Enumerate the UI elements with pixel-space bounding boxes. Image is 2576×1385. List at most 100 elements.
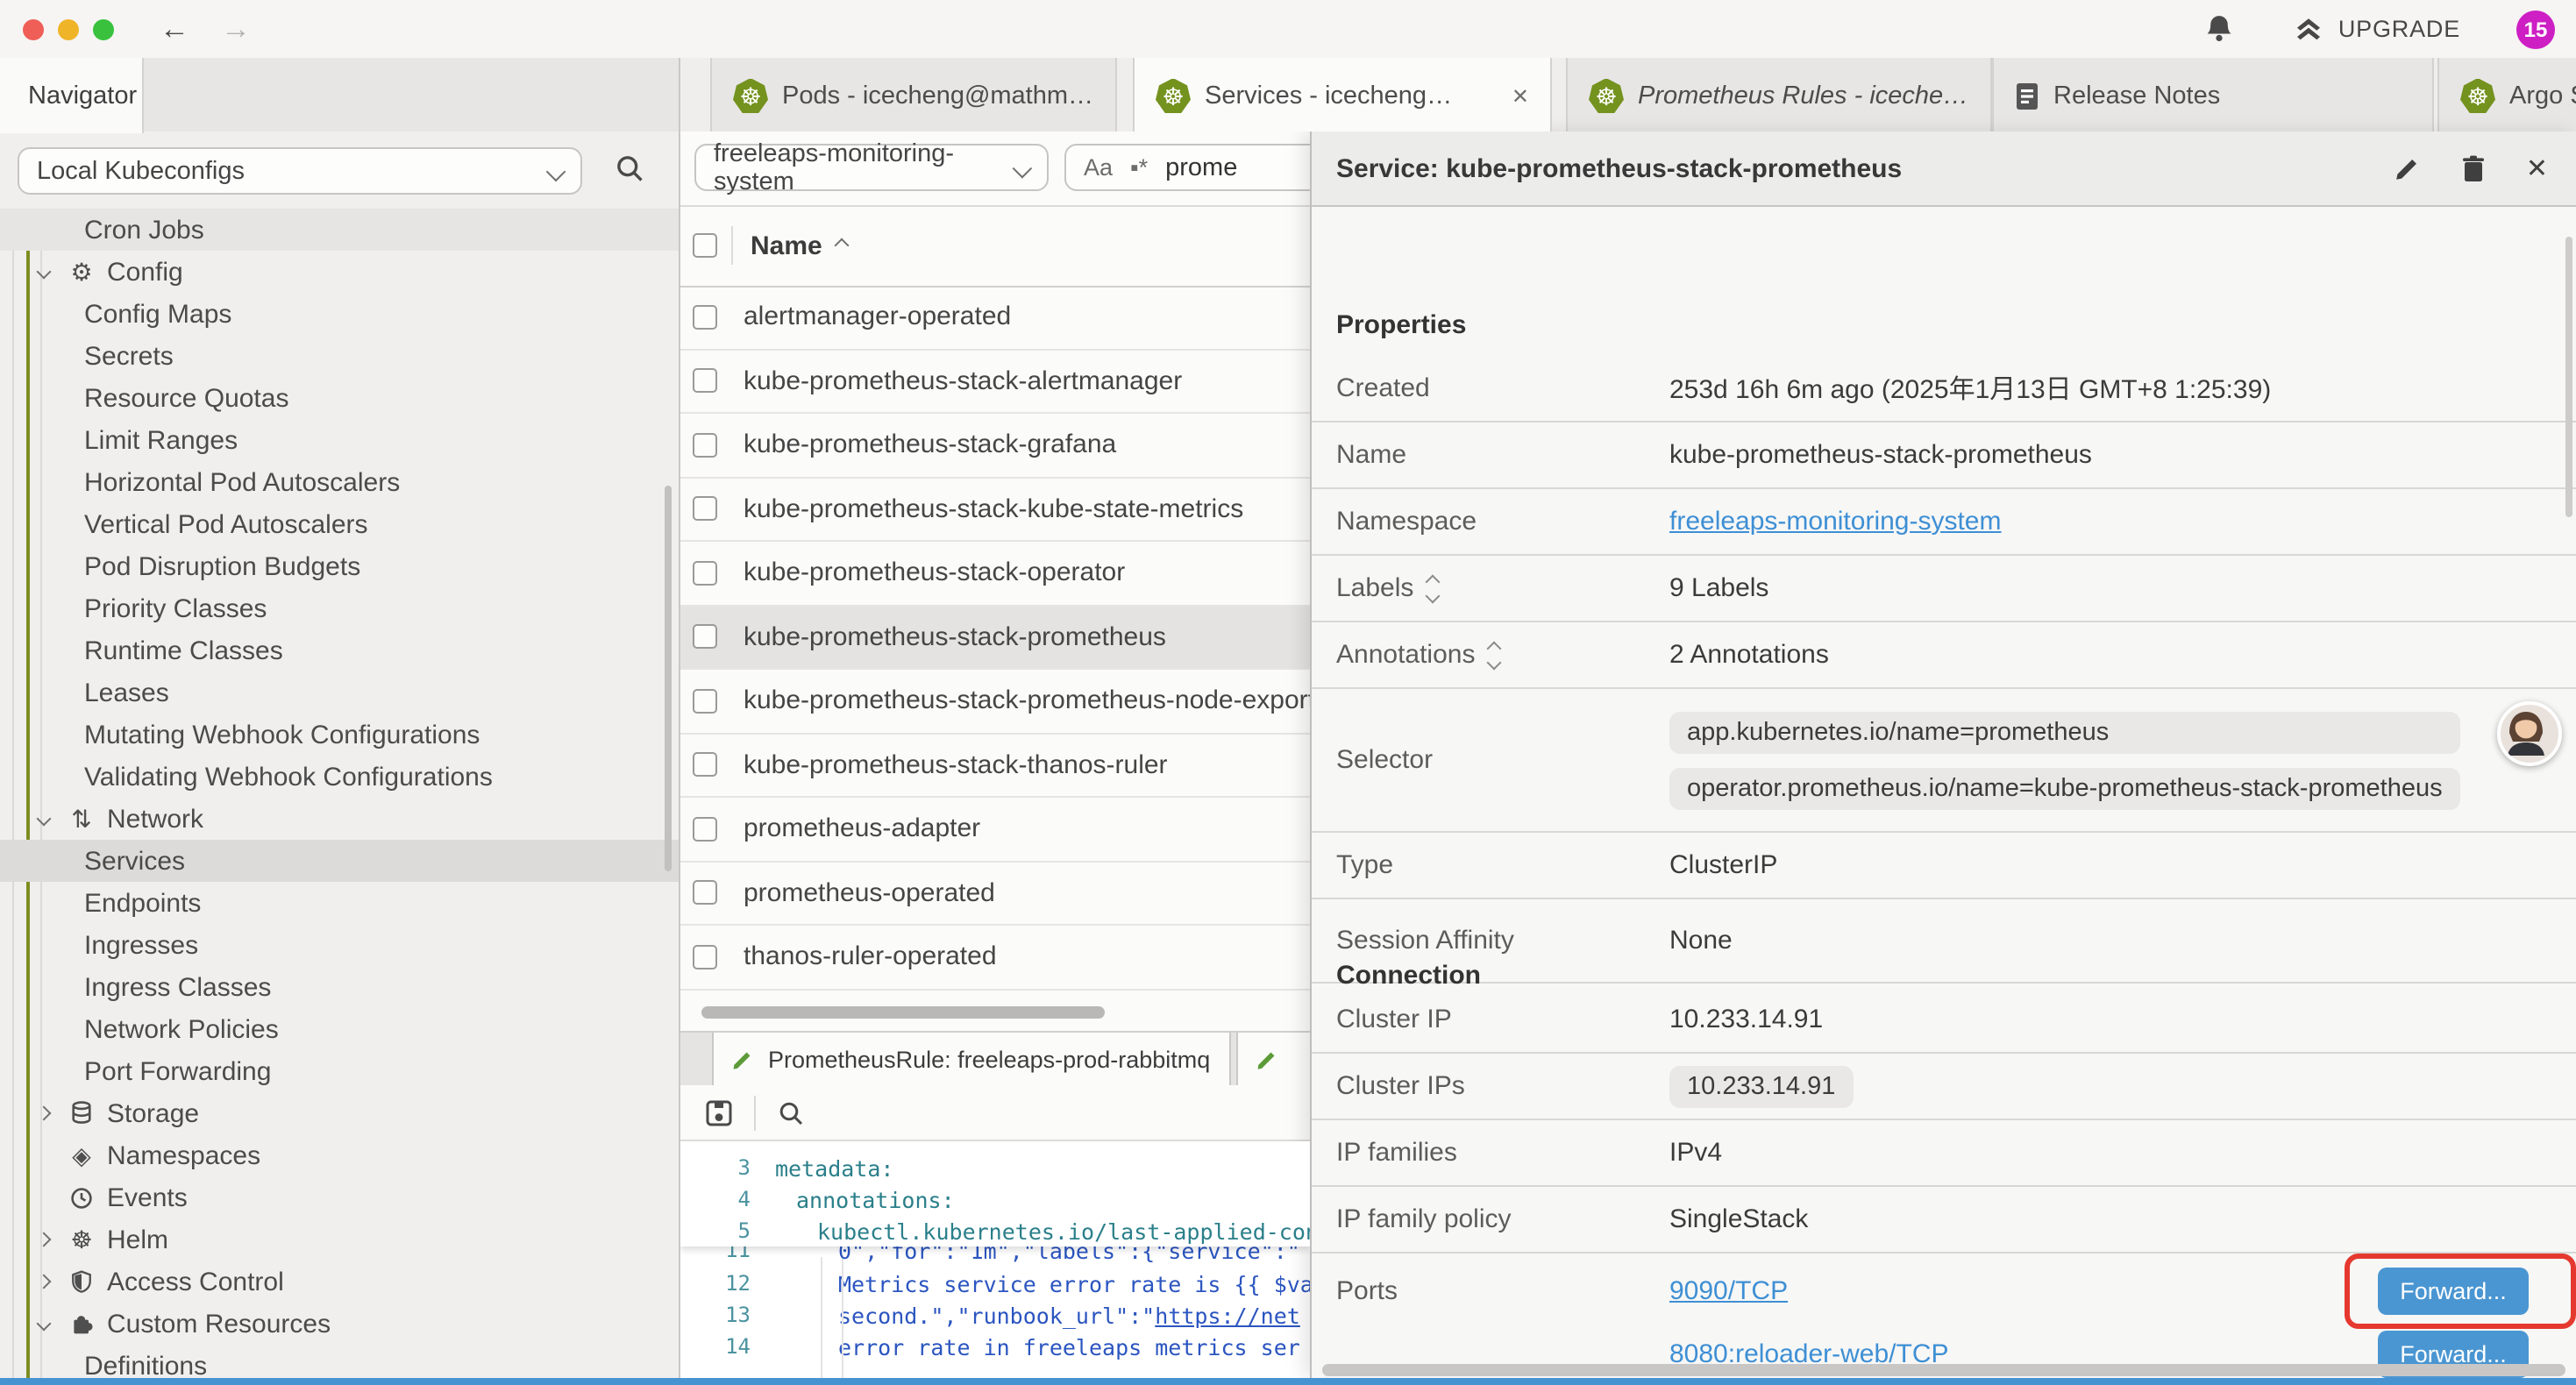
sidebar-item-pod-disruption-budgets[interactable]: Pod Disruption Budgets	[0, 545, 679, 587]
sidebar-item-services[interactable]: Services	[0, 840, 679, 882]
row-checkbox[interactable]	[693, 369, 717, 394]
sidebar-item-network-policies[interactable]: Network Policies	[0, 1008, 679, 1050]
sidebar-scrollbar[interactable]	[665, 486, 672, 871]
chevron-right-icon[interactable]	[39, 1276, 60, 1287]
close-icon[interactable]: ✕	[1512, 83, 1529, 108]
sort-arrows-icon[interactable]	[1489, 643, 1499, 667]
table-row-kube-prometheus-stack-thanos-ruler[interactable]: kube-prometheus-stack-thanos-ruler	[680, 734, 1310, 798]
sidebar-search-icon[interactable]	[614, 153, 645, 184]
row-checkbox[interactable]	[693, 561, 717, 586]
tab-pods-icecheng-mathmas[interactable]: ☸Pods - icecheng@mathmas...	[710, 58, 1117, 131]
tab-release-notes[interactable]: Release Notes	[1992, 58, 2434, 131]
kubeconfig-select[interactable]: Local Kubeconfigs	[18, 147, 582, 195]
sidebar-item-leases[interactable]: Leases	[0, 671, 679, 714]
row-checkbox[interactable]	[693, 433, 717, 458]
table-row-kube-prometheus-stack-operator[interactable]: kube-prometheus-stack-operator	[680, 542, 1310, 606]
regex-icon[interactable]: ▪*	[1130, 154, 1148, 181]
forward-arrow-icon[interactable]: →	[221, 11, 251, 46]
row-checkbox[interactable]	[693, 753, 717, 778]
sidebar-item-namespaces[interactable]: ◈Namespaces	[0, 1134, 679, 1176]
maximize-window-button[interactable]	[93, 18, 114, 39]
sidebar-item-ingresses[interactable]: Ingresses	[0, 924, 679, 966]
sidebar-item-custom-resources[interactable]: Custom Resources	[0, 1303, 679, 1345]
namespace-select[interactable]: freeleaps-monitoring-system	[694, 144, 1049, 191]
table-row-alertmanager-operated[interactable]: alertmanager-operated	[680, 286, 1310, 350]
bell-icon[interactable]	[2205, 14, 2235, 44]
tab-navigator[interactable]: Navigator	[0, 58, 144, 133]
port-link[interactable]: 9090/TCP	[1669, 1276, 1949, 1306]
sidebar-item-port-forwarding[interactable]: Port Forwarding	[0, 1050, 679, 1092]
close-window-button[interactable]	[23, 18, 44, 39]
close-icon[interactable]: ✕	[2526, 153, 2548, 184]
drawer-horizontal-scrollbar[interactable]	[1322, 1364, 2565, 1376]
row-checkbox[interactable]	[693, 689, 717, 714]
sidebar-item-helm[interactable]: ☸Helm	[0, 1218, 679, 1261]
chevron-down-icon[interactable]	[39, 266, 60, 277]
property-row-annotations: Annotations2 Annotations	[1312, 622, 2576, 689]
sidebar-item-mutating-webhook-configurations[interactable]: Mutating Webhook Configurations	[0, 714, 679, 756]
sidebar-item-cron-jobs[interactable]: Cron Jobs	[0, 209, 679, 251]
table-row-kube-prometheus-stack-kube-state-metrics[interactable]: kube-prometheus-stack-kube-state-metrics	[680, 478, 1310, 542]
table-row-kube-prometheus-stack-grafana[interactable]: kube-prometheus-stack-grafana	[680, 414, 1310, 478]
save-icon[interactable]	[705, 1098, 733, 1126]
match-case-icon[interactable]: Aa	[1084, 154, 1113, 181]
editor-search-icon[interactable]	[777, 1098, 805, 1126]
sidebar-item-config[interactable]: ⚙Config	[0, 251, 679, 293]
table-row-prometheus-adapter[interactable]: prometheus-adapter	[680, 798, 1310, 862]
sidebar-item-validating-webhook-configurations[interactable]: Validating Webhook Configurations	[0, 756, 679, 798]
row-checkbox[interactable]	[693, 817, 717, 842]
back-arrow-icon[interactable]: ←	[160, 11, 189, 46]
forward-button[interactable]: Forward...	[2378, 1268, 2529, 1315]
sidebar-item-network[interactable]: ⇅Network	[0, 798, 679, 840]
sidebar-item-access-control[interactable]: Access Control	[0, 1261, 679, 1303]
row-checkbox[interactable]	[693, 881, 717, 906]
yaml-editor[interactable]: 3metadata:4annotations:5kubectl.kubernet…	[680, 1141, 1310, 1378]
kubernetes-icon: ☸	[733, 78, 768, 113]
assistant-avatar[interactable]	[2497, 701, 2562, 766]
table-row-kube-prometheus-stack-prometheus-node-exporter[interactable]: kube-prometheus-stack-prometheus-node-ex…	[680, 670, 1310, 734]
horizontal-scrollbar[interactable]	[701, 1006, 1105, 1019]
sidebar-item-definitions[interactable]: Definitions	[0, 1345, 679, 1378]
sidebar-item-horizontal-pod-autoscalers[interactable]: Horizontal Pod Autoscalers	[0, 461, 679, 503]
row-checkbox[interactable]	[693, 497, 717, 522]
select-all-checkbox[interactable]	[693, 233, 717, 258]
sidebar-item-events[interactable]: Events	[0, 1176, 679, 1218]
drawer-scrollbar[interactable]	[2565, 237, 2572, 517]
filter-search-input[interactable]: Aa ▪* prome	[1064, 144, 1310, 191]
sidebar-item-endpoints[interactable]: Endpoints	[0, 882, 679, 924]
minimize-window-button[interactable]	[58, 18, 79, 39]
pencil-icon	[731, 1048, 754, 1070]
table-row-kube-prometheus-stack-prometheus[interactable]: kube-prometheus-stack-prometheus	[680, 606, 1310, 670]
sidebar-item-vertical-pod-autoscalers[interactable]: Vertical Pod Autoscalers	[0, 503, 679, 545]
edit-pencil-icon[interactable]	[2395, 154, 2423, 182]
table-row-thanos-ruler-operated[interactable]: thanos-ruler-operated	[680, 926, 1310, 990]
sidebar-item-limit-ranges[interactable]: Limit Ranges	[0, 419, 679, 461]
tab-services-icecheng-math[interactable]: ☸Services - icecheng@math...✕	[1133, 58, 1552, 131]
row-checkbox[interactable]	[693, 305, 717, 330]
table-row-prometheus-operated[interactable]: prometheus-operated	[680, 862, 1310, 926]
tab-prometheus-rules-icecheng[interactable]: ☸Prometheus Rules - icecheng...	[1566, 58, 1992, 131]
notification-count-badge[interactable]: 15	[2516, 10, 2555, 48]
chevron-down-icon[interactable]	[39, 813, 60, 824]
tab-argo-se[interactable]: ☸Argo Se	[2437, 58, 2576, 131]
column-header-name[interactable]: Name	[751, 231, 847, 260]
sidebar-item-ingress-classes[interactable]: Ingress Classes	[0, 966, 679, 1008]
sidebar-item-config-maps[interactable]: Config Maps	[0, 293, 679, 335]
chevron-right-icon[interactable]	[39, 1108, 60, 1119]
row-checkbox[interactable]	[693, 945, 717, 970]
sort-arrows-icon[interactable]	[1427, 576, 1438, 600]
sidebar-item-runtime-classes[interactable]: Runtime Classes	[0, 629, 679, 671]
upgrade-button[interactable]: UPGRADE	[2295, 15, 2460, 43]
delete-trash-icon[interactable]	[2461, 154, 2487, 182]
sidebar-item-storage[interactable]: Storage	[0, 1092, 679, 1134]
chevron-down-icon[interactable]	[39, 1318, 60, 1329]
sidebar-item-secrets[interactable]: Secrets	[0, 335, 679, 377]
sidebar-item-resource-quotas[interactable]: Resource Quotas	[0, 377, 679, 419]
chevron-right-icon[interactable]	[39, 1234, 60, 1245]
namespace-link[interactable]: freeleaps-monitoring-system	[1669, 507, 2002, 536]
sidebar-item-priority-classes[interactable]: Priority Classes	[0, 587, 679, 629]
table-row-kube-prometheus-stack-alertmanager[interactable]: kube-prometheus-stack-alertmanager	[680, 350, 1310, 414]
editor-tab-prometheusrule[interactable]: PrometheusRule: freeleaps-prod-rabbitmq	[712, 1033, 1231, 1085]
editor-tab-next[interactable]	[1236, 1033, 1310, 1085]
row-checkbox[interactable]	[693, 625, 717, 650]
